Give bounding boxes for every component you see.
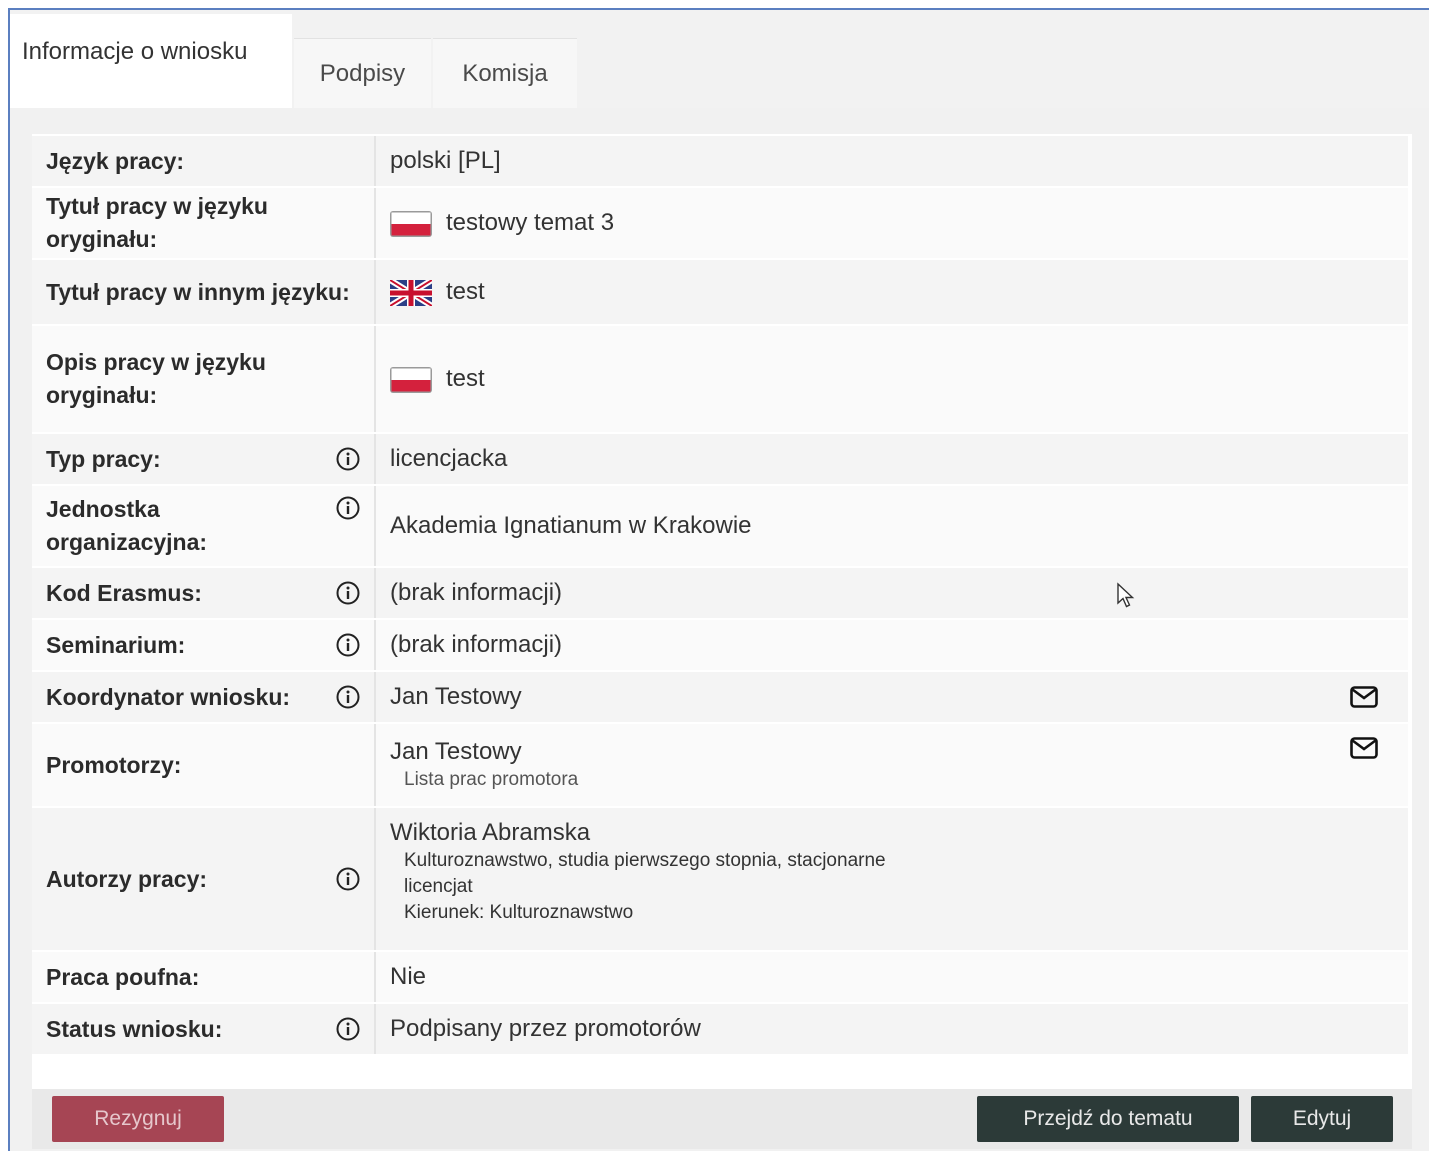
row-value: Podpisany przez promotorów xyxy=(376,1004,1408,1054)
info-circle-icon[interactable] xyxy=(336,496,360,520)
row-value: Nie xyxy=(376,952,1408,1002)
row-label: Jednostka organizacyjna: xyxy=(46,496,208,555)
row-value: Jan Testowy xyxy=(390,738,522,765)
row-label: Opis pracy w języku oryginału: xyxy=(32,326,376,432)
row-label: Seminarium: xyxy=(46,631,186,658)
row-value: polski [PL] xyxy=(376,136,1408,186)
info-circle-icon[interactable] xyxy=(336,447,360,471)
row-value-cell: testowy temat 3 xyxy=(376,188,1408,258)
row-label: Praca poufna: xyxy=(32,952,376,1002)
row-label: Tytuł pracy w języku oryginału: xyxy=(32,188,376,258)
row-value-cell: Jan Testowy xyxy=(376,672,1408,722)
info-circle-icon[interactable] xyxy=(336,581,360,605)
author-degree: licencjat xyxy=(404,876,473,897)
tab-podpisy[interactable]: Podpisy xyxy=(294,38,431,108)
row-label: Język pracy: xyxy=(32,136,376,186)
row-label-cell: Autorzy pracy: xyxy=(32,808,376,950)
info-circle-icon[interactable] xyxy=(336,1017,360,1041)
info-circle-icon[interactable] xyxy=(336,685,360,709)
row-tytul-oryg: Tytuł pracy w języku oryginału: testowy … xyxy=(32,188,1408,258)
row-promotorzy: Promotorzy: Jan Testowy Lista prac promo… xyxy=(32,724,1408,806)
row-label-cell: Seminarium: xyxy=(32,620,376,670)
row-autorzy: Autorzy pracy: Wiktoria Abramska Kulturo… xyxy=(32,808,1408,950)
cancel-button[interactable]: Rezygnuj xyxy=(52,1096,224,1142)
row-erasmus: Kod Erasmus: (brak informacji) xyxy=(32,568,1408,618)
info-circle-icon[interactable] xyxy=(336,867,360,891)
uk-flag-icon xyxy=(390,279,432,306)
row-label: Autorzy pracy: xyxy=(46,865,208,892)
row-label-cell: Status wniosku: xyxy=(32,1004,376,1054)
row-seminarium: Seminarium: (brak informacji) xyxy=(32,620,1408,670)
tab-bar: Informacje o wniosku Podpisy Komisja xyxy=(10,10,1429,108)
pl-flag-icon xyxy=(390,210,432,237)
row-value: Jan Testowy xyxy=(390,683,522,710)
row-opis-oryg: Opis pracy w języku oryginału: test xyxy=(32,326,1408,432)
tab-komisja[interactable]: Komisja xyxy=(433,38,577,108)
info-circle-icon[interactable] xyxy=(336,633,360,657)
author-direction: Kierunek: Kulturoznawstwo xyxy=(404,902,634,923)
row-jezyk: Język pracy: polski [PL] xyxy=(32,136,1408,186)
details-panel: Język pracy: polski [PL] Tytuł pracy w j… xyxy=(32,134,1412,1149)
row-value: test xyxy=(446,365,485,392)
edit-button[interactable]: Edytuj xyxy=(1251,1096,1393,1142)
row-value-cell: Jan Testowy Lista prac promotora xyxy=(376,724,1408,806)
row-value-cell: Wiktoria Abramska Kulturoznawstwo, studi… xyxy=(376,808,1408,950)
row-label-cell: Typ pracy: xyxy=(32,434,376,484)
action-bar: Rezygnuj Przejdź do tematu Edytuj xyxy=(32,1089,1412,1149)
row-label-cell: Jednostka organizacyjna: xyxy=(32,486,376,566)
row-tytul-inny: Tytuł pracy w innym języku: test xyxy=(32,260,1408,324)
row-label: Koordynator wniosku: xyxy=(46,683,291,710)
row-label: Kod Erasmus: xyxy=(46,579,202,606)
mouse-cursor-icon xyxy=(1117,582,1135,608)
row-label: Promotorzy: xyxy=(32,724,376,806)
row-status: Status wniosku: Podpisany przez promotor… xyxy=(32,1004,1408,1054)
row-typ: Typ pracy: licencjacka xyxy=(32,434,1408,484)
row-value-cell: test xyxy=(376,326,1408,432)
tab-informacje[interactable]: Informacje o wniosku xyxy=(10,14,292,108)
row-value: test xyxy=(446,278,485,305)
row-koordynator: Koordynator wniosku: Jan Testowy xyxy=(32,672,1408,722)
row-label: Status wniosku: xyxy=(46,1015,223,1042)
row-value-no-info: (brak informacji) xyxy=(376,568,1408,618)
author-study: Kulturoznawstwo, studia pierwszego stopn… xyxy=(404,850,886,871)
envelope-icon[interactable] xyxy=(1350,686,1378,708)
details-table: Język pracy: polski [PL] Tytuł pracy w j… xyxy=(32,134,1408,1056)
app-frame: Informacje o wniosku Podpisy Komisja Jęz… xyxy=(8,8,1429,1151)
row-value: licencjacka xyxy=(376,434,1408,484)
author-name: Wiktoria Abramska xyxy=(390,819,591,846)
row-label: Tytuł pracy w innym języku: xyxy=(32,260,376,324)
row-value: testowy temat 3 xyxy=(446,209,615,236)
go-to-topic-button[interactable]: Przejdź do tematu xyxy=(977,1096,1239,1142)
row-poufna: Praca poufna: Nie xyxy=(32,952,1408,1002)
row-value: Akademia Ignatianum w Krakowie xyxy=(376,486,1408,566)
row-label: Typ pracy: xyxy=(46,445,161,472)
promotor-theses-link[interactable]: Lista prac promotora xyxy=(390,767,1394,793)
row-jednostka: Jednostka organizacyjna: Akademia Ignati… xyxy=(32,486,1408,566)
row-label-cell: Koordynator wniosku: xyxy=(32,672,376,722)
row-value-no-info: (brak informacji) xyxy=(376,620,1408,670)
pl-flag-icon xyxy=(390,366,432,393)
envelope-icon[interactable] xyxy=(1350,737,1378,759)
row-value-cell: test xyxy=(376,260,1408,324)
row-label-cell: Kod Erasmus: xyxy=(32,568,376,618)
